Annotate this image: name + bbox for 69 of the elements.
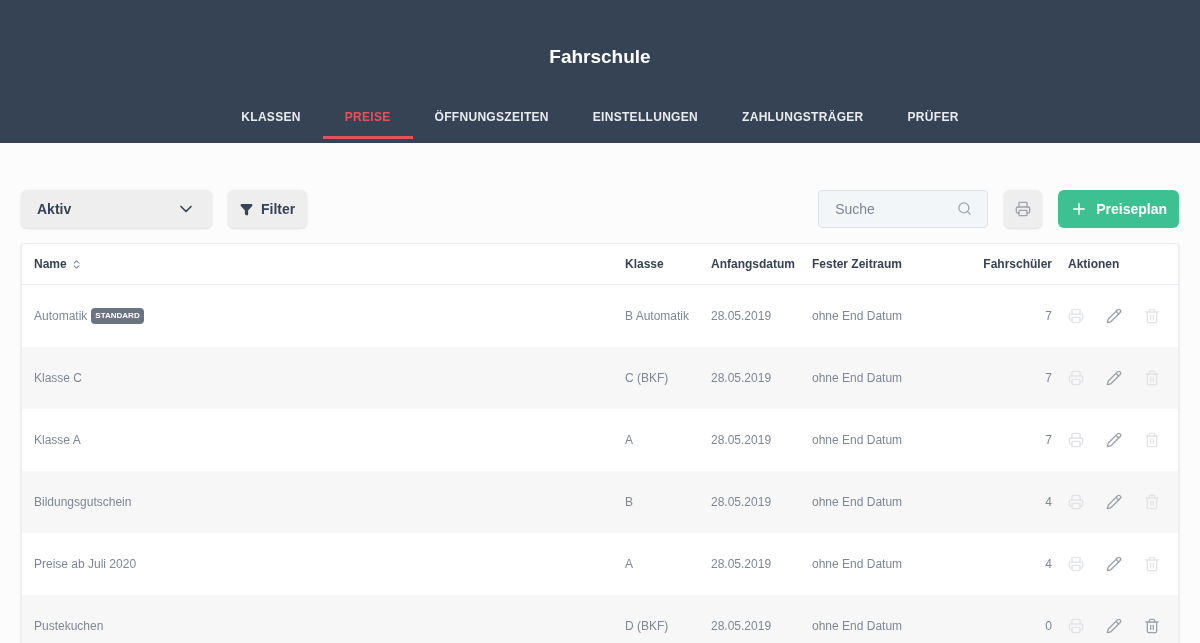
column-header: Klasse [625, 257, 664, 271]
nav-tab[interactable]: PRÜFER [885, 104, 981, 139]
search-field[interactable]: Suche [818, 190, 989, 228]
table-cell-text: Automatik [34, 308, 88, 325]
table-cell: ohne End Datum [812, 433, 903, 447]
nav-tab[interactable]: ZAHLUNGSTRÄGER [720, 104, 886, 139]
table-cell: ohne End Datum [812, 371, 903, 385]
table-cell: 28.05.2019 [711, 619, 772, 633]
table-cell: B Automatik [625, 309, 690, 323]
printer-icon [1015, 201, 1032, 217]
print-button[interactable] [1004, 190, 1043, 228]
app-title: Fahrschule [549, 45, 651, 69]
search-icon [957, 201, 973, 216]
table-row[interactable]: Preise ab Juli 2020 A 28.05.2019 ohne End Datum 4 [22, 533, 1178, 595]
table-cell: D (BKF) [625, 619, 669, 633]
pencil-icon[interactable] [1106, 432, 1122, 448]
table-cell: 7 [1045, 371, 1052, 385]
table-row[interactable]: Bildungsgutschein B 28.05.2019 ohne End Datum 4 [22, 471, 1178, 533]
trash-icon[interactable] [1144, 432, 1160, 448]
filter-button[interactable]: Filter [228, 190, 308, 228]
table-cell: ohne End Datum [812, 309, 903, 323]
nav-tab[interactable]: EINSTELLUNGEN [570, 104, 721, 139]
table-cell: 28.05.2019 [711, 433, 772, 447]
column-header: Fester Zeitraum [812, 257, 903, 271]
column-header[interactable]: Name [34, 255, 67, 273]
nav-tab[interactable]: ÖFFNUNGSZEITEN [412, 104, 571, 139]
table-cell: C (BKF) [625, 371, 669, 385]
table-cell: 28.05.2019 [711, 371, 772, 385]
table-cell-text: Klasse C [34, 370, 83, 387]
filter-icon [240, 202, 253, 216]
table-cell-text: Bildungsgutschein [34, 494, 132, 511]
table-cell-text: Pustekuchen [34, 618, 104, 635]
table-cell-text: Klasse A [34, 432, 81, 449]
table-cell: ohne End Datum [812, 619, 903, 633]
pencil-icon[interactable] [1106, 618, 1122, 634]
trash-icon[interactable] [1144, 308, 1160, 324]
table-cell: A [625, 557, 633, 571]
table-row[interactable]: Klasse A A 28.05.2019 ohne End Datum 7 [22, 409, 1178, 471]
column-header: Fahrschüler [983, 257, 1052, 271]
column-header: Anfangsdatum [711, 257, 795, 271]
standard-badge: STANDARD [91, 308, 144, 324]
trash-icon[interactable] [1144, 618, 1160, 634]
pencil-icon[interactable] [1106, 308, 1122, 324]
printer-icon[interactable] [1068, 308, 1084, 324]
table-cell: ohne End Datum [812, 557, 903, 571]
table-cell: 0 [1045, 619, 1052, 633]
table-cell: 4 [1045, 557, 1052, 571]
printer-icon[interactable] [1068, 432, 1084, 448]
table-row[interactable]: Klasse C C (BKF) 28.05.2019 ohne End Datum 7 [22, 347, 1178, 409]
table-cell: B [625, 495, 633, 509]
pencil-icon[interactable] [1106, 556, 1122, 572]
table-cell: 28.05.2019 [711, 495, 772, 509]
status-select[interactable]: Aktiv [21, 190, 212, 228]
table-cell-text: Preise ab Juli 2020 [34, 556, 137, 573]
table-cell: 28.05.2019 [711, 309, 772, 323]
table-cell: 7 [1045, 309, 1052, 323]
table-cell: A [625, 433, 633, 447]
pencil-icon[interactable] [1106, 370, 1122, 386]
printer-icon[interactable] [1068, 556, 1084, 572]
table-cell: 7 [1045, 433, 1052, 447]
pencil-icon[interactable] [1106, 494, 1122, 510]
table-row[interactable]: Pustekuchen D (BKF) 28.05.2019 ohne End Datum 0 [22, 595, 1178, 643]
nav-tab[interactable]: KLASSEN [219, 104, 323, 139]
table-cell: 4 [1045, 495, 1052, 509]
table-row[interactable]: Automatik STANDARD B Automatik 28.05.2019 ohne End Datum 7 [22, 285, 1178, 347]
column-header: Aktionen [1068, 257, 1120, 271]
table-cell: 28.05.2019 [711, 557, 772, 571]
trash-icon[interactable] [1144, 556, 1160, 572]
table-cell: ohne End Datum [812, 495, 903, 509]
